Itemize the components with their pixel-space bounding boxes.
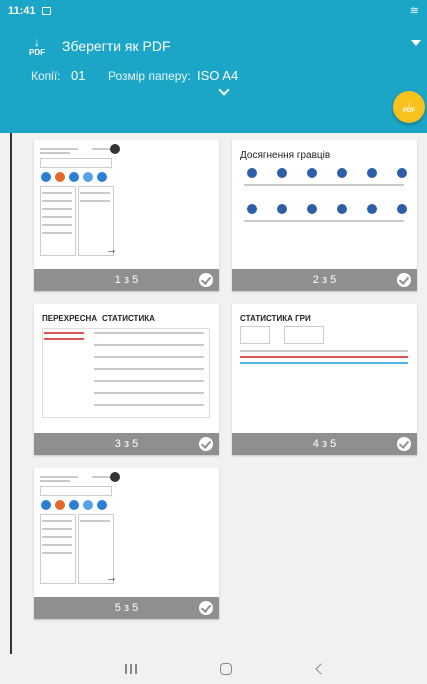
page-preview: → [34, 468, 219, 597]
page-thumbnail-2[interactable]: Досягнення гравців 2 з 5 [232, 140, 417, 291]
preview-title-left: ПЕРЕХРЕСНА [42, 314, 98, 323]
page-thumbnail-5[interactable]: → 5 з 5 [34, 468, 219, 619]
printer-select[interactable]: Зберегти як PDF [62, 38, 171, 54]
pdf-download-icon: ↓ PDF [29, 35, 45, 57]
page-footer: 4 з 5 [232, 433, 417, 455]
download-icon: ↓ [407, 98, 411, 108]
page-thumbnail-1[interactable]: → 1 з 5 [34, 140, 219, 291]
system-nav-bar [0, 654, 427, 684]
page-preview: Досягнення гравців [232, 140, 417, 269]
chevron-down-icon[interactable] [411, 40, 421, 46]
page-label: 4 з 5 [312, 438, 337, 450]
preview-title: Досягнення гравців [240, 150, 331, 161]
checkmark-icon[interactable] [199, 601, 213, 615]
paper-size-label: Розмір паперу: [108, 69, 191, 83]
checkmark-icon[interactable] [397, 273, 411, 287]
expand-options-chevron-icon[interactable] [218, 84, 230, 96]
save-pdf-button[interactable]: ↓ PDF [393, 91, 425, 123]
page-label: 5 з 5 [114, 602, 139, 614]
copies-value[interactable]: 01 [71, 68, 85, 83]
page-preview: СТАТИСТИКА ГРИ [232, 304, 417, 433]
page-thumbnail-4[interactable]: СТАТИСТИКА ГРИ 4 з 5 [232, 304, 417, 455]
preview-title-right: СТАТИСТИКА [102, 314, 155, 323]
page-footer: 3 з 5 [34, 433, 219, 455]
page-label: 3 з 5 [114, 438, 139, 450]
recent-apps-icon[interactable] [125, 664, 137, 674]
page-footer: 1 з 5 [34, 269, 219, 291]
page-label: 1 з 5 [114, 274, 139, 286]
notification-icon [41, 7, 51, 15]
preview-title: СТАТИСТИКА ГРИ [240, 314, 311, 323]
paper-size-value[interactable]: ISO A4 [197, 68, 238, 83]
checkmark-icon[interactable] [199, 437, 213, 451]
checkmark-icon[interactable] [397, 437, 411, 451]
checkmark-icon[interactable] [199, 273, 213, 287]
page-preview: → [34, 140, 219, 269]
screen-edge [10, 133, 12, 654]
wifi-icon: ≋ [409, 5, 419, 17]
home-icon[interactable] [220, 663, 232, 675]
page-label: 2 з 5 [312, 274, 337, 286]
page-preview: ПЕРЕХРЕСНА СТАТИСТИКА [34, 304, 219, 433]
copies-label: Копії: [31, 69, 61, 83]
status-time: 11:41 [8, 5, 36, 17]
page-footer: 5 з 5 [34, 597, 219, 619]
print-options-header: ↓ PDF Зберегти як PDF Копії: 01 Розмір п… [0, 22, 427, 133]
page-footer: 2 з 5 [232, 269, 417, 291]
back-icon[interactable] [315, 663, 327, 675]
status-bar: 11:41 ≋ [0, 0, 427, 22]
page-thumbnail-3[interactable]: ПЕРЕХРЕСНА СТАТИСТИКА 3 з 5 [34, 304, 219, 455]
